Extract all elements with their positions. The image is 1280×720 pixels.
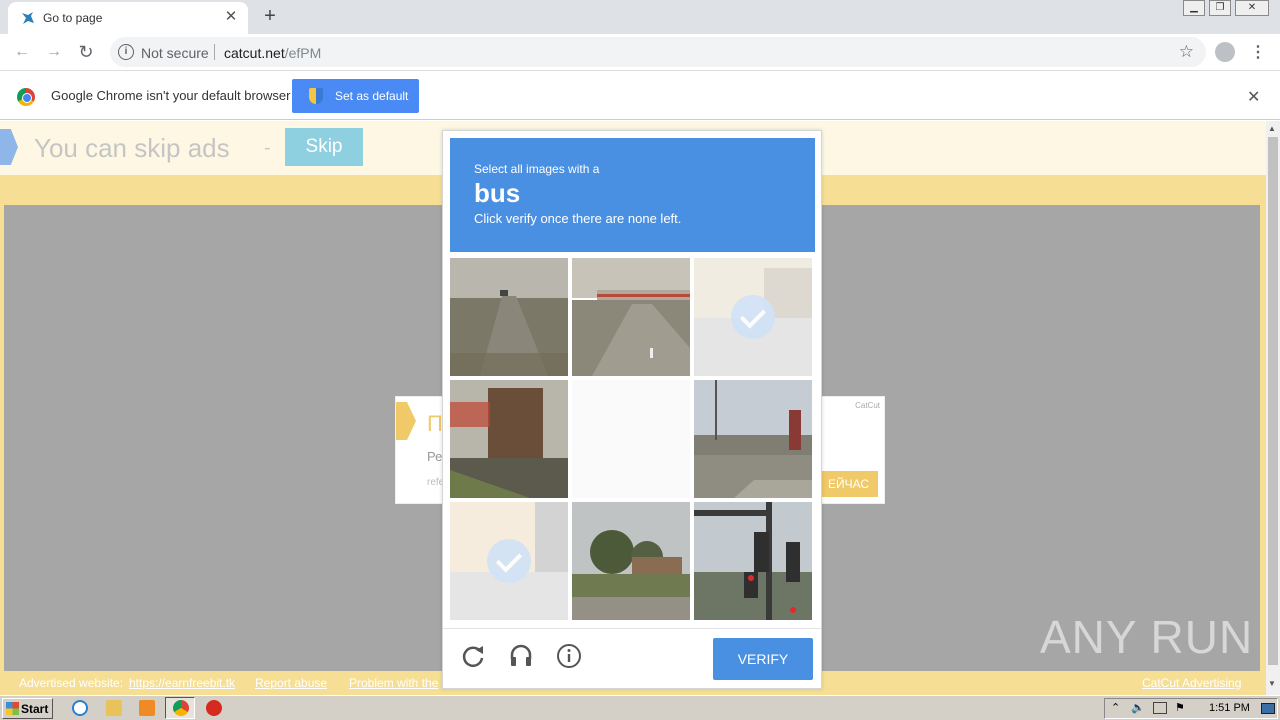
scroll-up-icon[interactable]: ▲ [1268, 124, 1276, 133]
address-bar[interactable]: i Not secure catcut.net/efPM ☆ [110, 37, 1206, 67]
catcut-favicon-icon [22, 12, 34, 24]
problem-link[interactable]: Problem with the [349, 676, 438, 690]
ad-text: Ре [427, 449, 443, 464]
start-button[interactable]: Start [2, 698, 53, 719]
captcha-instruction: Select all images with a [474, 162, 600, 176]
verify-button[interactable]: VERIFY [713, 638, 813, 680]
clock: 1:51 PM [1209, 702, 1250, 714]
recaptcha-challenge: Select all images with a bus Click verif… [442, 130, 822, 689]
tab-close-icon[interactable]: ✕ [222, 8, 240, 26]
tab-title: Go to page [43, 11, 103, 25]
url-host: catcut.net [224, 45, 285, 61]
intersection-image [694, 380, 812, 498]
captcha-tile[interactable] [694, 380, 812, 498]
profile-avatar-icon[interactable] [1215, 42, 1235, 62]
reload-challenge-icon[interactable] [459, 642, 487, 670]
ad-title: П [427, 411, 443, 436]
audio-challenge-icon[interactable] [507, 642, 535, 670]
new-tab-button[interactable]: + [258, 4, 282, 28]
action-center-flag-icon[interactable]: ⚑ [1175, 701, 1185, 714]
security-label: Not secure [141, 45, 209, 61]
restore-button[interactable]: ❐ [1209, 0, 1231, 16]
info-icon[interactable]: i [118, 44, 134, 60]
overpass-image [572, 258, 690, 376]
forward-arrow-icon[interactable]: → [42, 41, 66, 63]
skip-button[interactable]: Skip [285, 128, 363, 166]
selected-check-icon [487, 539, 531, 583]
building-image [450, 380, 568, 498]
captcha-target: bus [474, 178, 521, 208]
traffic-light-image [694, 502, 812, 620]
default-browser-infobar: Google Chrome isn't your default browser… [0, 70, 1280, 120]
tab-strip: Go to page ✕ + ▁ ❐ ✕ [0, 0, 1280, 34]
close-window-button[interactable]: ✕ [1235, 0, 1269, 16]
set-as-default-button[interactable]: Set as default [292, 79, 419, 113]
page-scrollbar[interactable]: ▲ ▼ [1266, 121, 1280, 695]
infobar-message: Google Chrome isn't your default browser [51, 88, 291, 103]
captcha-tile[interactable] [572, 502, 690, 620]
back-arrow-icon[interactable]: ← [10, 41, 34, 63]
start-label: Start [21, 702, 49, 716]
ad-flag-decoration [396, 402, 416, 440]
volume-icon[interactable]: 🔈 [1131, 701, 1145, 714]
captcha-footer: VERIFY [443, 628, 821, 688]
ad-cta-button[interactable]: ЕЙЧАС [814, 471, 878, 497]
network-icon[interactable] [1153, 702, 1167, 714]
captcha-tile[interactable] [450, 380, 568, 498]
url-path: /efPM [284, 45, 322, 61]
advertised-label: Advertised website: [19, 676, 124, 690]
browser-tab[interactable]: Go to page ✕ [8, 2, 248, 34]
highway-image [450, 258, 568, 376]
skip-ads-text: You can skip ads [34, 133, 230, 163]
ad-brand: CatCut [855, 401, 880, 410]
show-desktop-icon[interactable] [1261, 703, 1275, 714]
captcha-subtext: Click verify once there are none left. [474, 211, 682, 226]
info-help-icon[interactable] [555, 642, 583, 670]
explorer-folder-icon[interactable] [106, 700, 122, 716]
captcha-tile[interactable] [694, 502, 812, 620]
uac-shield-icon [309, 88, 323, 104]
catcut-advertising-link[interactable]: CatCut Advertising [1142, 676, 1241, 690]
url-text: catcut.net/efPM [224, 45, 321, 61]
selected-check-icon [731, 295, 775, 339]
browser-toolbar: ← → ↻ i Not secure catcut.net/efPM ☆ ⋮ [0, 34, 1280, 70]
menu-kebab-icon[interactable]: ⋮ [1250, 42, 1266, 62]
internet-explorer-icon[interactable] [72, 700, 88, 716]
url-separator [214, 44, 215, 60]
scroll-down-icon[interactable]: ▼ [1268, 679, 1276, 688]
set-as-default-label: Set as default [335, 89, 409, 103]
windows-logo-icon [6, 702, 19, 715]
captcha-tile-selected[interactable] [694, 258, 812, 376]
media-player-icon[interactable] [139, 700, 155, 716]
taskbar-chrome-button[interactable] [165, 697, 195, 719]
advertised-link[interactable]: https://earnfreebit.tk [129, 676, 235, 690]
captcha-tile[interactable] [572, 258, 690, 376]
captcha-tile-blank[interactable] [572, 380, 690, 498]
opera-icon[interactable] [206, 700, 222, 716]
captcha-tile[interactable] [450, 258, 568, 376]
windows-taskbar: Start ⌃ 🔈 ⚑ 1:51 PM [0, 695, 1280, 720]
skip-dash: - [264, 137, 271, 159]
chrome-logo-icon [17, 88, 35, 106]
reload-icon[interactable]: ↻ [74, 41, 98, 63]
minimize-button[interactable]: ▁ [1183, 0, 1205, 16]
tray-expand-icon[interactable]: ⌃ [1111, 701, 1120, 714]
report-abuse-link[interactable]: Report abuse [255, 676, 327, 690]
captcha-tile-selected[interactable] [450, 502, 568, 620]
infobar-close-icon[interactable]: ✕ [1247, 87, 1260, 107]
bookmark-star-icon[interactable]: ☆ [1179, 42, 1194, 62]
system-tray: ⌃ 🔈 ⚑ 1:51 PM [1104, 698, 1278, 719]
scrollbar-thumb[interactable] [1268, 137, 1278, 665]
anyrun-watermark: ANY RUN [1040, 611, 1254, 663]
captcha-header: Select all images with a bus Click verif… [450, 138, 815, 252]
chrome-taskbar-icon [173, 700, 189, 716]
trees-image [572, 502, 690, 620]
